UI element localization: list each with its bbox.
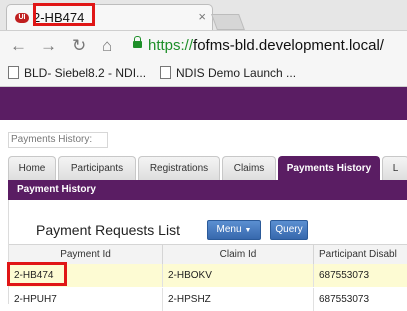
- bookmark-ndis-demo[interactable]: NDIS Demo Launch ...: [160, 66, 296, 80]
- query-button[interactable]: Query: [270, 220, 308, 240]
- back-arrow-icon[interactable]: ←: [10, 37, 27, 54]
- column-header-claim-id[interactable]: Claim Id: [163, 245, 314, 264]
- screen-tabs: Home Participants Registrations Claims P…: [0, 156, 407, 180]
- tab-claims[interactable]: Claims: [222, 156, 276, 180]
- highlight-box-tab-title: [33, 3, 95, 26]
- address-bar[interactable]: https://fofms-bld.development.local/: [148, 37, 384, 54]
- sub-tab-payment-history[interactable]: Payment History: [8, 184, 96, 195]
- column-header-participant[interactable]: Participant Disabl: [314, 245, 407, 264]
- menu-button-label: Menu: [216, 224, 242, 235]
- bookmarks-bar: BLD- Siebel8.2 - NDI... NDIS Demo Launch…: [0, 60, 407, 87]
- menu-button[interactable]: Menu ▼: [207, 220, 261, 240]
- lock-icon: [133, 36, 142, 48]
- tab-overflow[interactable]: L: [382, 156, 407, 180]
- participant-cell[interactable]: 687553073: [314, 288, 407, 311]
- page-icon: [8, 66, 19, 79]
- chevron-down-icon: ▼: [244, 227, 252, 234]
- table-row[interactable]: 2-HPUH7 2-HPSHZ 687553073: [9, 288, 407, 311]
- bookmark-label: BLD- Siebel8.2 - NDI...: [24, 66, 147, 80]
- table-header: Payment Id Claim Id Participant Disabl: [9, 244, 407, 265]
- bookmark-bld-siebel[interactable]: BLD- Siebel8.2 - NDI...: [8, 66, 146, 80]
- page-icon: [160, 66, 171, 79]
- list-title: Payment Requests List: [36, 222, 180, 238]
- breadcrumb-row: Payments History:: [0, 126, 407, 154]
- payment-requests-applet: Payment Requests List Menu ▼ Query Paymen…: [8, 200, 407, 311]
- table-row[interactable]: 2-HB474 2-HBOKV 687553073: [9, 264, 407, 287]
- tab-participants[interactable]: Participants: [58, 156, 136, 180]
- reload-icon[interactable]: ↻: [72, 37, 86, 54]
- participant-cell[interactable]: 687553073: [314, 264, 407, 287]
- new-tab-button[interactable]: [211, 14, 245, 30]
- breadcrumb[interactable]: Payments History:: [8, 132, 108, 148]
- claim-id-cell[interactable]: 2-HBOKV: [163, 264, 314, 287]
- sub-view-bar: Payment History: [8, 180, 407, 200]
- close-tab-icon[interactable]: ×: [198, 9, 206, 24]
- tab-registrations[interactable]: Registrations: [138, 156, 220, 180]
- forward-arrow-icon[interactable]: →: [40, 37, 57, 54]
- payment-id-cell[interactable]: 2-HPUH7: [9, 288, 163, 311]
- claim-id-cell[interactable]: 2-HPSHZ: [163, 288, 314, 311]
- tab-home[interactable]: Home: [8, 156, 56, 180]
- home-icon[interactable]: ⌂: [102, 37, 112, 54]
- tab-payments-history[interactable]: Payments History: [278, 156, 380, 180]
- app-favicon-icon: UI: [15, 13, 29, 23]
- highlight-box-payment-id: [7, 262, 67, 286]
- bookmark-label: NDIS Demo Launch ...: [176, 66, 297, 80]
- app-header-bar: [0, 87, 407, 120]
- url-host: fofms-bld.development.local/: [193, 37, 384, 54]
- url-scheme: https://: [148, 37, 194, 54]
- browser-toolbar: ← → ↻ ⌂ https://fofms-bld.development.lo…: [0, 30, 407, 61]
